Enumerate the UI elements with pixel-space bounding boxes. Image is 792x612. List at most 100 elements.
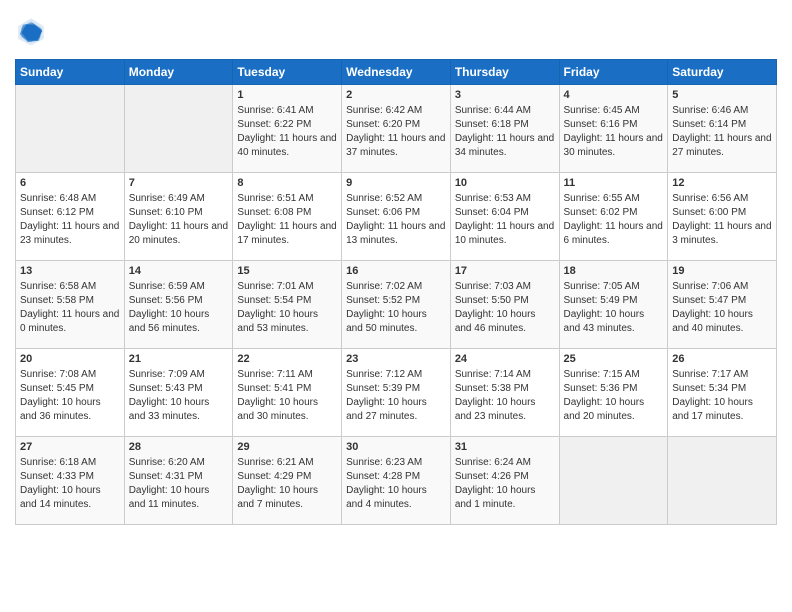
day-number: 25 [564, 352, 664, 367]
day-number: 2 [346, 88, 446, 103]
calendar-cell: 21Sunrise: 7:09 AM Sunset: 5:43 PM Dayli… [124, 349, 233, 437]
calendar-cell: 24Sunrise: 7:14 AM Sunset: 5:38 PM Dayli… [450, 349, 559, 437]
day-number: 30 [346, 440, 446, 455]
calendar-cell [16, 85, 125, 173]
calendar-cell: 20Sunrise: 7:08 AM Sunset: 5:45 PM Dayli… [16, 349, 125, 437]
day-number: 23 [346, 352, 446, 367]
day-number: 31 [455, 440, 555, 455]
calendar-table: SundayMondayTuesdayWednesdayThursdayFrid… [15, 59, 777, 525]
day-info: Sunrise: 6:58 AM Sunset: 5:58 PM Dayligh… [20, 280, 120, 336]
day-number: 13 [20, 264, 120, 279]
day-info: Sunrise: 6:48 AM Sunset: 6:12 PM Dayligh… [20, 192, 120, 248]
calendar-cell: 28Sunrise: 6:20 AM Sunset: 4:31 PM Dayli… [124, 437, 233, 525]
day-info: Sunrise: 7:15 AM Sunset: 5:36 PM Dayligh… [564, 368, 664, 424]
weekday-header-monday: Monday [124, 60, 233, 85]
weekday-header-saturday: Saturday [668, 60, 777, 85]
day-info: Sunrise: 7:12 AM Sunset: 5:39 PM Dayligh… [346, 368, 446, 424]
day-number: 10 [455, 176, 555, 191]
calendar-cell: 26Sunrise: 7:17 AM Sunset: 5:34 PM Dayli… [668, 349, 777, 437]
calendar-cell: 18Sunrise: 7:05 AM Sunset: 5:49 PM Dayli… [559, 261, 668, 349]
header [15, 15, 777, 47]
week-row-3: 13Sunrise: 6:58 AM Sunset: 5:58 PM Dayli… [16, 261, 777, 349]
day-info: Sunrise: 7:17 AM Sunset: 5:34 PM Dayligh… [672, 368, 772, 424]
calendar-cell: 31Sunrise: 6:24 AM Sunset: 4:26 PM Dayli… [450, 437, 559, 525]
calendar-cell: 9Sunrise: 6:52 AM Sunset: 6:06 PM Daylig… [342, 173, 451, 261]
weekday-header-sunday: Sunday [16, 60, 125, 85]
day-info: Sunrise: 6:23 AM Sunset: 4:28 PM Dayligh… [346, 456, 446, 512]
calendar-header: SundayMondayTuesdayWednesdayThursdayFrid… [16, 60, 777, 85]
day-number: 18 [564, 264, 664, 279]
day-info: Sunrise: 6:41 AM Sunset: 6:22 PM Dayligh… [237, 104, 337, 160]
weekday-header-tuesday: Tuesday [233, 60, 342, 85]
week-row-1: 1Sunrise: 6:41 AM Sunset: 6:22 PM Daylig… [16, 85, 777, 173]
calendar-cell: 22Sunrise: 7:11 AM Sunset: 5:41 PM Dayli… [233, 349, 342, 437]
day-number: 5 [672, 88, 772, 103]
day-number: 14 [129, 264, 229, 279]
day-info: Sunrise: 6:45 AM Sunset: 6:16 PM Dayligh… [564, 104, 664, 160]
calendar-cell: 15Sunrise: 7:01 AM Sunset: 5:54 PM Dayli… [233, 261, 342, 349]
day-number: 3 [455, 88, 555, 103]
day-number: 17 [455, 264, 555, 279]
calendar-cell: 6Sunrise: 6:48 AM Sunset: 6:12 PM Daylig… [16, 173, 125, 261]
day-info: Sunrise: 6:18 AM Sunset: 4:33 PM Dayligh… [20, 456, 120, 512]
calendar-cell: 25Sunrise: 7:15 AM Sunset: 5:36 PM Dayli… [559, 349, 668, 437]
calendar-cell: 5Sunrise: 6:46 AM Sunset: 6:14 PM Daylig… [668, 85, 777, 173]
day-number: 9 [346, 176, 446, 191]
day-info: Sunrise: 7:09 AM Sunset: 5:43 PM Dayligh… [129, 368, 229, 424]
day-number: 28 [129, 440, 229, 455]
week-row-5: 27Sunrise: 6:18 AM Sunset: 4:33 PM Dayli… [16, 437, 777, 525]
calendar-cell [559, 437, 668, 525]
day-info: Sunrise: 6:59 AM Sunset: 5:56 PM Dayligh… [129, 280, 229, 336]
day-number: 8 [237, 176, 337, 191]
calendar-body: 1Sunrise: 6:41 AM Sunset: 6:22 PM Daylig… [16, 85, 777, 525]
day-number: 26 [672, 352, 772, 367]
calendar-cell: 13Sunrise: 6:58 AM Sunset: 5:58 PM Dayli… [16, 261, 125, 349]
calendar-cell [124, 85, 233, 173]
day-number: 1 [237, 88, 337, 103]
calendar-cell: 29Sunrise: 6:21 AM Sunset: 4:29 PM Dayli… [233, 437, 342, 525]
week-row-2: 6Sunrise: 6:48 AM Sunset: 6:12 PM Daylig… [16, 173, 777, 261]
day-number: 12 [672, 176, 772, 191]
day-number: 24 [455, 352, 555, 367]
day-info: Sunrise: 6:53 AM Sunset: 6:04 PM Dayligh… [455, 192, 555, 248]
day-info: Sunrise: 7:03 AM Sunset: 5:50 PM Dayligh… [455, 280, 555, 336]
weekday-header-friday: Friday [559, 60, 668, 85]
calendar-cell: 17Sunrise: 7:03 AM Sunset: 5:50 PM Dayli… [450, 261, 559, 349]
day-number: 7 [129, 176, 229, 191]
day-info: Sunrise: 7:14 AM Sunset: 5:38 PM Dayligh… [455, 368, 555, 424]
day-number: 29 [237, 440, 337, 455]
week-row-4: 20Sunrise: 7:08 AM Sunset: 5:45 PM Dayli… [16, 349, 777, 437]
calendar-cell: 16Sunrise: 7:02 AM Sunset: 5:52 PM Dayli… [342, 261, 451, 349]
calendar-cell: 1Sunrise: 6:41 AM Sunset: 6:22 PM Daylig… [233, 85, 342, 173]
day-info: Sunrise: 7:02 AM Sunset: 5:52 PM Dayligh… [346, 280, 446, 336]
logo [15, 15, 51, 47]
day-number: 22 [237, 352, 337, 367]
day-number: 19 [672, 264, 772, 279]
day-number: 6 [20, 176, 120, 191]
calendar-cell: 12Sunrise: 6:56 AM Sunset: 6:00 PM Dayli… [668, 173, 777, 261]
day-info: Sunrise: 6:51 AM Sunset: 6:08 PM Dayligh… [237, 192, 337, 248]
day-info: Sunrise: 7:05 AM Sunset: 5:49 PM Dayligh… [564, 280, 664, 336]
day-info: Sunrise: 6:21 AM Sunset: 4:29 PM Dayligh… [237, 456, 337, 512]
calendar-cell: 10Sunrise: 6:53 AM Sunset: 6:04 PM Dayli… [450, 173, 559, 261]
weekday-row: SundayMondayTuesdayWednesdayThursdayFrid… [16, 60, 777, 85]
day-info: Sunrise: 7:06 AM Sunset: 5:47 PM Dayligh… [672, 280, 772, 336]
day-info: Sunrise: 6:44 AM Sunset: 6:18 PM Dayligh… [455, 104, 555, 160]
calendar-cell: 19Sunrise: 7:06 AM Sunset: 5:47 PM Dayli… [668, 261, 777, 349]
day-info: Sunrise: 6:52 AM Sunset: 6:06 PM Dayligh… [346, 192, 446, 248]
calendar-cell: 4Sunrise: 6:45 AM Sunset: 6:16 PM Daylig… [559, 85, 668, 173]
day-info: Sunrise: 6:24 AM Sunset: 4:26 PM Dayligh… [455, 456, 555, 512]
day-info: Sunrise: 6:55 AM Sunset: 6:02 PM Dayligh… [564, 192, 664, 248]
day-info: Sunrise: 6:42 AM Sunset: 6:20 PM Dayligh… [346, 104, 446, 160]
day-info: Sunrise: 6:46 AM Sunset: 6:14 PM Dayligh… [672, 104, 772, 160]
calendar-cell: 30Sunrise: 6:23 AM Sunset: 4:28 PM Dayli… [342, 437, 451, 525]
calendar-cell: 11Sunrise: 6:55 AM Sunset: 6:02 PM Dayli… [559, 173, 668, 261]
day-info: Sunrise: 6:49 AM Sunset: 6:10 PM Dayligh… [129, 192, 229, 248]
calendar-cell: 2Sunrise: 6:42 AM Sunset: 6:20 PM Daylig… [342, 85, 451, 173]
day-number: 16 [346, 264, 446, 279]
weekday-header-wednesday: Wednesday [342, 60, 451, 85]
day-number: 21 [129, 352, 229, 367]
day-info: Sunrise: 6:56 AM Sunset: 6:00 PM Dayligh… [672, 192, 772, 248]
calendar-cell: 3Sunrise: 6:44 AM Sunset: 6:18 PM Daylig… [450, 85, 559, 173]
page: SundayMondayTuesdayWednesdayThursdayFrid… [0, 0, 792, 612]
